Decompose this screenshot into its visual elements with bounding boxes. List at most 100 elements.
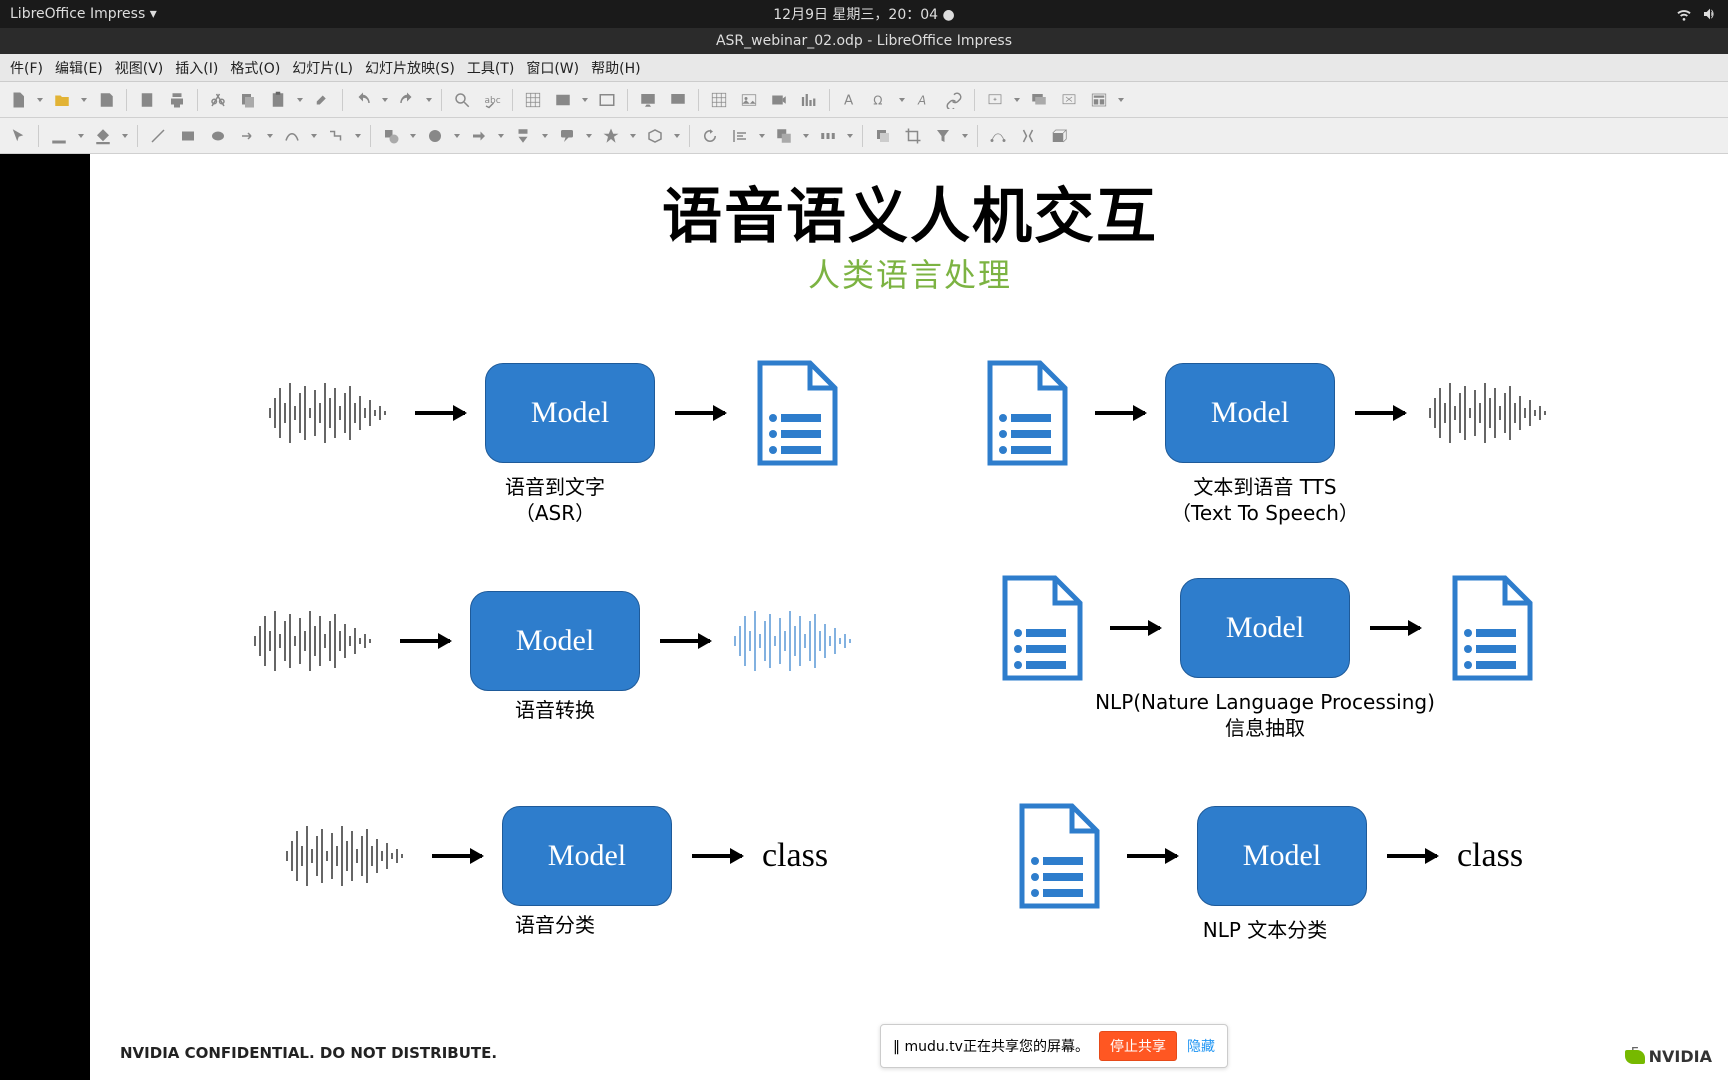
dropdown-icon[interactable] — [961, 134, 969, 138]
points-button[interactable] — [986, 124, 1010, 148]
master-slide-button[interactable] — [595, 88, 619, 112]
distribute-button[interactable] — [816, 124, 840, 148]
shadow-button[interactable] — [871, 124, 895, 148]
start-slideshow-button[interactable] — [636, 88, 660, 112]
document-icon — [745, 358, 845, 468]
curve-tool-button[interactable] — [280, 124, 304, 148]
find-button[interactable] — [450, 88, 474, 112]
clone-format-button[interactable] — [310, 88, 334, 112]
insert-image-button[interactable] — [737, 88, 761, 112]
model-box: Model — [1197, 806, 1367, 906]
select-button[interactable] — [6, 124, 30, 148]
ellipse-tool-button[interactable] — [206, 124, 230, 148]
paste-button[interactable] — [266, 88, 290, 112]
block-arrows-button[interactable] — [467, 124, 491, 148]
insert-av-button[interactable] — [767, 88, 791, 112]
extrusion-button[interactable] — [1046, 124, 1070, 148]
menu-edit[interactable]: 编辑(E) — [51, 56, 107, 80]
menu-format[interactable]: 格式(O) — [226, 56, 284, 80]
dropdown-icon[interactable] — [354, 134, 362, 138]
dropdown-icon[interactable] — [1013, 98, 1021, 102]
dropdown-icon[interactable] — [381, 98, 389, 102]
line-tool-button[interactable] — [146, 124, 170, 148]
dropdown-icon[interactable] — [581, 98, 589, 102]
open-button[interactable] — [50, 88, 74, 112]
glue-points-button[interactable] — [1016, 124, 1040, 148]
menu-view[interactable]: 视图(V) — [111, 56, 168, 80]
arrow-icon — [1387, 854, 1437, 858]
dropdown-icon[interactable] — [846, 134, 854, 138]
new-slide-button[interactable] — [983, 88, 1007, 112]
start-current-slide-button[interactable] — [666, 88, 690, 112]
dropdown-icon[interactable] — [898, 98, 906, 102]
print-button[interactable] — [165, 88, 189, 112]
dropdown-icon[interactable] — [629, 134, 637, 138]
dropdown-icon[interactable] — [36, 98, 44, 102]
cut-button[interactable] — [206, 88, 230, 112]
app-menu[interactable]: LibreOffice Impress ▾ — [10, 6, 157, 22]
rectangle-tool-button[interactable] — [176, 124, 200, 148]
dropdown-icon[interactable] — [585, 134, 593, 138]
dropdown-icon[interactable] — [425, 98, 433, 102]
menu-slideshow[interactable]: 幻灯片放映(S) — [361, 56, 459, 80]
filter-button[interactable] — [931, 124, 955, 148]
menu-file[interactable]: 件(F) — [6, 56, 47, 80]
dropdown-icon[interactable] — [453, 134, 461, 138]
dropdown-icon[interactable] — [1117, 98, 1125, 102]
hide-share-button[interactable]: 隐藏 — [1187, 1036, 1215, 1056]
dropdown-icon[interactable] — [802, 134, 810, 138]
export-pdf-button[interactable] — [135, 88, 159, 112]
delete-slide-button[interactable] — [1057, 88, 1081, 112]
line-color-button[interactable] — [47, 124, 71, 148]
symbol-shapes-button[interactable] — [423, 124, 447, 148]
dropdown-icon[interactable] — [77, 134, 85, 138]
dropdown-icon[interactable] — [758, 134, 766, 138]
menu-help[interactable]: 帮助(H) — [587, 56, 644, 80]
connector-tool-button[interactable] — [324, 124, 348, 148]
new-button[interactable] — [6, 88, 30, 112]
redo-button[interactable] — [395, 88, 419, 112]
dropdown-icon[interactable] — [673, 134, 681, 138]
3d-objects-button[interactable] — [643, 124, 667, 148]
dropdown-icon[interactable] — [409, 134, 417, 138]
insert-hyperlink-button[interactable] — [942, 88, 966, 112]
slide-canvas[interactable]: 语音语义人机交互 人类语言处理 Model 语音到文字（ASR） — [90, 154, 1728, 1080]
spellcheck-button[interactable]: abc — [480, 88, 504, 112]
arrow-icon — [1110, 626, 1160, 630]
undo-button[interactable] — [351, 88, 375, 112]
flowchart-button[interactable] — [511, 124, 535, 148]
copy-button[interactable] — [236, 88, 260, 112]
menu-slide[interactable]: 幻灯片(L) — [288, 56, 357, 80]
stop-share-button[interactable]: 停止共享 — [1099, 1031, 1177, 1061]
align-button[interactable] — [728, 124, 752, 148]
menu-insert[interactable]: 插入(I) — [171, 56, 222, 80]
display-views-button[interactable] — [551, 88, 575, 112]
callouts-button[interactable] — [555, 124, 579, 148]
document-icon — [975, 358, 1075, 468]
rotate-button[interactable] — [698, 124, 722, 148]
duplicate-slide-button[interactable] — [1027, 88, 1051, 112]
insert-chart-button[interactable] — [797, 88, 821, 112]
stars-button[interactable] — [599, 124, 623, 148]
insert-fontwork-button[interactable]: A — [912, 88, 936, 112]
insert-textbox-button[interactable]: A — [838, 88, 862, 112]
dropdown-icon[interactable] — [541, 134, 549, 138]
grid-button[interactable] — [521, 88, 545, 112]
arrange-button[interactable] — [772, 124, 796, 148]
arrow-tool-button[interactable] — [236, 124, 260, 148]
fill-color-button[interactable] — [91, 124, 115, 148]
insert-special-char-button[interactable]: Ω — [868, 88, 892, 112]
dropdown-icon[interactable] — [310, 134, 318, 138]
dropdown-icon[interactable] — [497, 134, 505, 138]
save-button[interactable] — [94, 88, 118, 112]
dropdown-icon[interactable] — [80, 98, 88, 102]
dropdown-icon[interactable] — [296, 98, 304, 102]
dropdown-icon[interactable] — [266, 134, 274, 138]
menu-tools[interactable]: 工具(T) — [463, 56, 518, 80]
menu-window[interactable]: 窗口(W) — [522, 56, 583, 80]
insert-table-button[interactable] — [707, 88, 731, 112]
slide-layout-button[interactable] — [1087, 88, 1111, 112]
dropdown-icon[interactable] — [121, 134, 129, 138]
basic-shapes-button[interactable] — [379, 124, 403, 148]
crop-button[interactable] — [901, 124, 925, 148]
